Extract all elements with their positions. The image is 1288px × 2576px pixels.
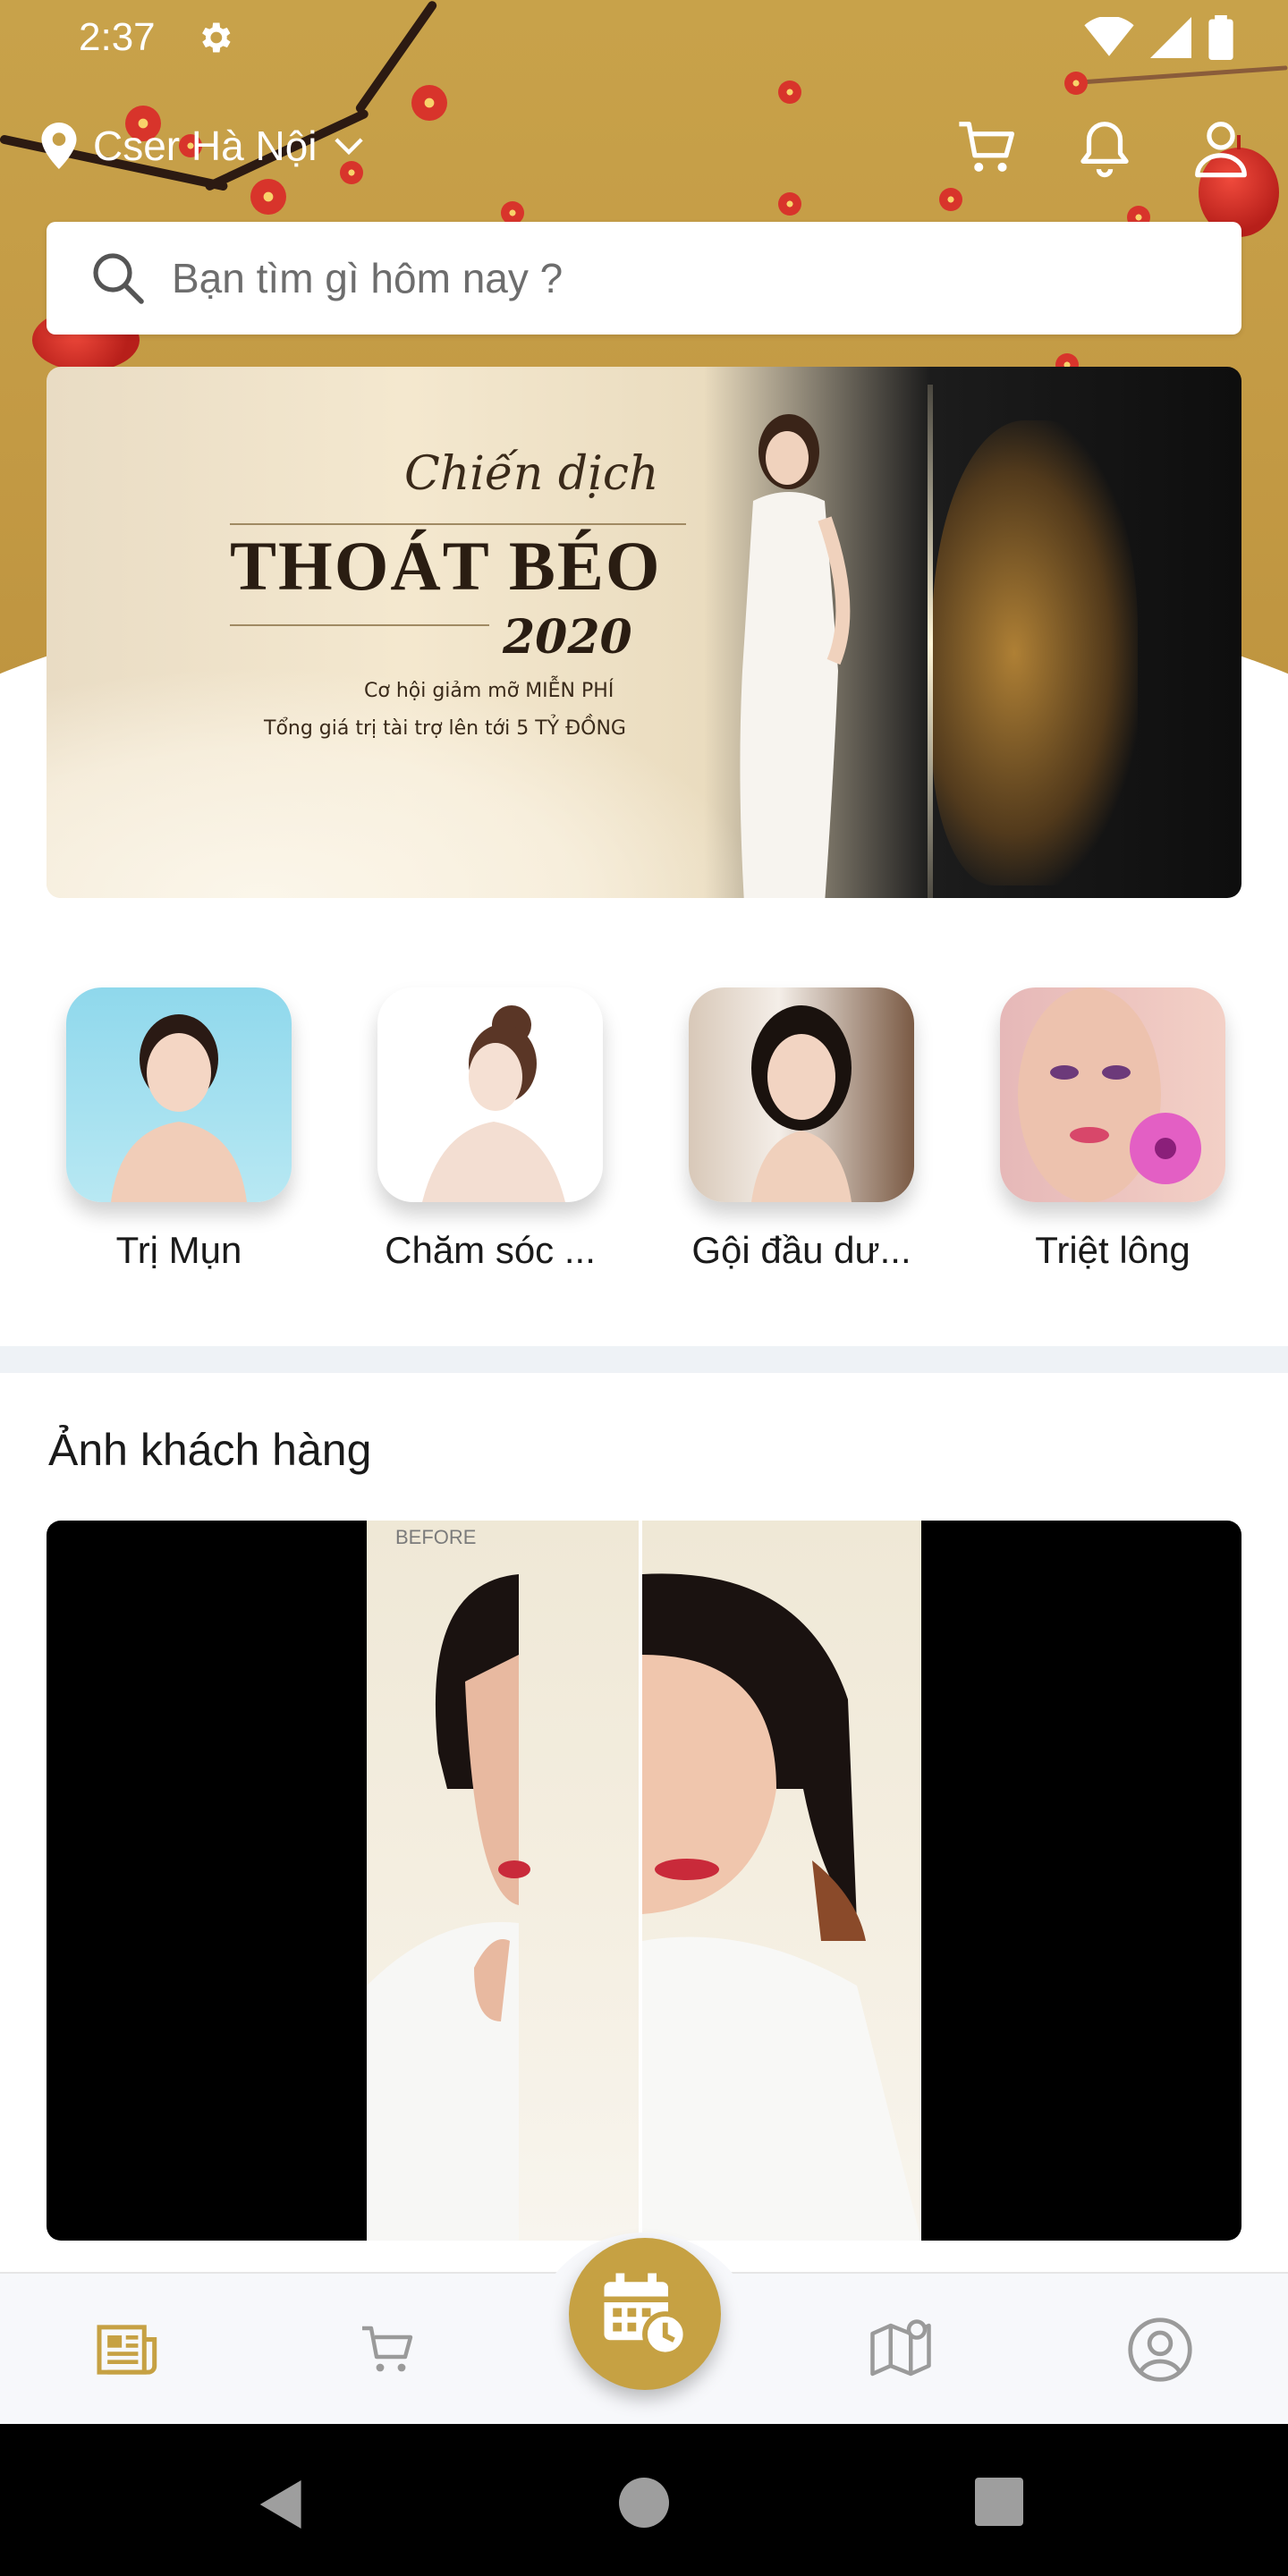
section-divider (0, 1346, 1288, 1373)
search-bar[interactable] (47, 222, 1241, 335)
banner-title-line2: THOÁT BÉO (230, 527, 662, 605)
map-pin-icon (41, 123, 77, 169)
chevron-down-icon (334, 138, 363, 156)
nav-news[interactable] (88, 2309, 168, 2390)
before-photo: BEFORE (367, 1521, 640, 2241)
category-label: Gội đầu dư... (691, 1229, 911, 1271)
category-label: Chăm sóc ... (385, 1229, 596, 1271)
location-label: Cser Hà Nội (93, 123, 318, 169)
banner-title-line1: Chiến dịch (404, 447, 659, 501)
back-icon[interactable] (258, 2478, 306, 2531)
category-list: Trị Mụn Chăm sóc ... Gội đầu dư... Triệt… (0, 984, 1288, 1306)
nav-account[interactable] (1120, 2309, 1200, 2390)
category-item[interactable]: Trị Mụn (45, 987, 313, 1272)
banner-title-line3: 2020 (503, 610, 632, 665)
calendar-clock-icon (604, 2273, 689, 2358)
nav-cart[interactable] (347, 2309, 428, 2390)
bell-icon[interactable] (1073, 116, 1136, 179)
category-image (377, 987, 603, 1202)
category-image (66, 987, 292, 1202)
before-label: BEFORE (395, 1526, 477, 1548)
settings-gear-icon (201, 22, 231, 53)
category-image (689, 987, 914, 1202)
customer-photos-title: Ảnh khách hàng (48, 1425, 372, 1475)
category-image (1000, 987, 1225, 1202)
nav-map[interactable] (860, 2309, 941, 2390)
cart-icon (362, 2326, 413, 2372)
status-bar: 2:37 (0, 0, 1288, 75)
user-icon[interactable] (1190, 116, 1252, 179)
banner-model-figure (740, 414, 851, 898)
category-item[interactable]: Gội đầu dư... (667, 987, 936, 1272)
category-item[interactable]: Triệt lông (979, 987, 1247, 1272)
system-navigation-bar (0, 2424, 1288, 2576)
category-label: Trị Mụn (115, 1229, 242, 1271)
news-icon (97, 2325, 157, 2375)
battery-icon (1208, 15, 1233, 60)
customer-photo-before-after[interactable]: BEFORE (47, 1521, 1241, 2241)
category-label: Triệt lông (1035, 1229, 1191, 1271)
top-bar: Cser Hà Nội (0, 116, 1288, 188)
banner-mirror-edge (928, 385, 933, 898)
after-photo (642, 1521, 921, 2241)
wifi-icon (1084, 17, 1134, 56)
search-icon (93, 253, 144, 304)
signal-icon (1150, 17, 1191, 58)
recents-icon[interactable] (975, 2478, 1023, 2526)
banner-rule-bottom (230, 624, 489, 626)
cart-icon[interactable] (955, 116, 1018, 179)
banner-text-line1: Cơ hội giảm mỡ MIỄN PHÍ (364, 680, 614, 702)
home-icon[interactable] (619, 2478, 669, 2528)
account-icon (1128, 2318, 1192, 2382)
search-input[interactable] (172, 254, 1156, 302)
category-item[interactable]: Chăm sóc ... (356, 987, 624, 1272)
banner-text-line2: Tổng giá trị tài trợ lên tới 5 TỶ ĐỒNG (264, 717, 626, 740)
map-icon (870, 2319, 931, 2377)
banner-before-silhouette (932, 420, 1138, 886)
banner-rule-top (230, 523, 686, 525)
comparison-divider (639, 1521, 642, 2241)
promo-banner[interactable]: Chiến dịch THOÁT BÉO 2020 Cơ hội giảm mỡ… (47, 367, 1241, 898)
booking-fab-button[interactable] (569, 2238, 721, 2390)
status-time: 2:37 (79, 15, 156, 59)
location-selector[interactable]: Cser Hà Nội (41, 122, 364, 170)
app-screen: 2:37 Cser Hà Nội Bạn tìm gì hôm nay ? Ch… (0, 0, 1288, 2576)
